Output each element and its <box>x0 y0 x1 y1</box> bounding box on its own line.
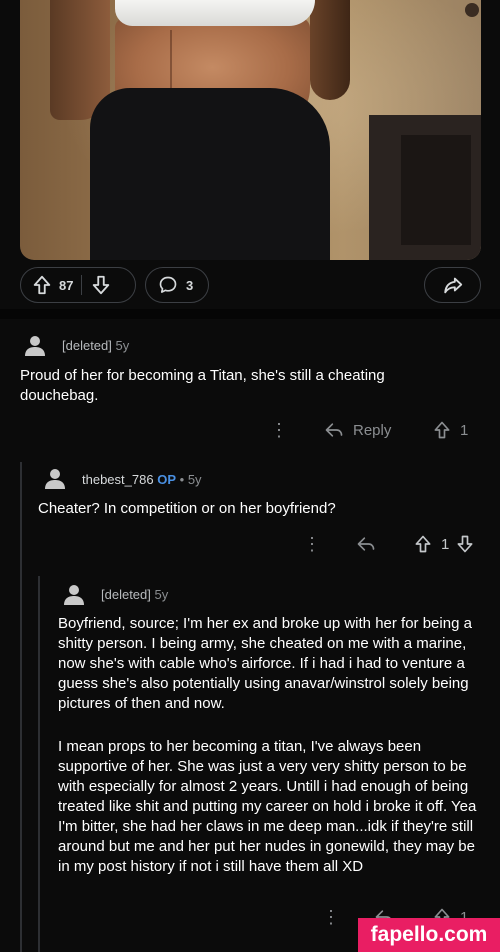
post-image[interactable] <box>20 0 481 260</box>
comment-count: 3 <box>186 277 194 293</box>
upvote-icon[interactable] <box>31 274 53 296</box>
reply-button[interactable] <box>356 534 376 554</box>
downvote-icon[interactable] <box>90 274 112 296</box>
comment-score: 1 <box>441 535 450 553</box>
upvote-count: 87 <box>59 277 74 293</box>
comment-body-paragraph: I mean props to her becoming a titan, I'… <box>58 738 477 875</box>
separator-dot: • <box>179 472 185 487</box>
comment-vote: 1 <box>432 420 468 440</box>
more-options-icon[interactable]: ⋮ <box>322 908 340 926</box>
comment-age: 5y <box>187 472 202 487</box>
reply-icon <box>356 534 376 554</box>
section-divider <box>0 309 500 319</box>
comment-age: 5y <box>154 587 169 602</box>
comment-body: Proud of her for becoming a Titan, she's… <box>20 367 385 404</box>
comment-vote: 1 <box>413 534 475 554</box>
comments-button[interactable]: 3 <box>145 267 209 303</box>
reply-label: Reply <box>353 421 392 439</box>
thread-line[interactable] <box>20 462 22 952</box>
comment-author[interactable]: [deleted] <box>62 338 112 353</box>
watermark-badge: fapello.com <box>358 918 500 952</box>
reply-icon <box>324 420 344 440</box>
comment-author[interactable]: [deleted] <box>101 587 151 602</box>
comment-body: Cheater? In competition or on her boyfri… <box>38 500 336 517</box>
share-button[interactable] <box>424 267 481 303</box>
reply-button[interactable]: Reply <box>324 420 391 440</box>
avatar-icon[interactable] <box>63 583 85 605</box>
comment-body-paragraph: Boyfriend, source; I'm her ex and broke … <box>58 615 472 712</box>
more-options-icon[interactable]: ⋮ <box>303 535 321 553</box>
more-options-icon[interactable]: ⋮ <box>270 421 288 439</box>
op-badge: OP <box>157 472 176 487</box>
upvote-icon[interactable] <box>432 420 452 440</box>
share-icon <box>442 274 464 296</box>
upvote-icon[interactable] <box>413 534 433 554</box>
vote-control: 87 <box>20 267 136 303</box>
comment-author[interactable]: thebest_786 <box>82 472 154 487</box>
avatar-icon[interactable] <box>44 467 66 489</box>
comment-age: 5y <box>115 338 130 353</box>
comment-bubble-icon <box>158 275 178 295</box>
thread-line[interactable] <box>38 576 40 952</box>
downvote-icon[interactable] <box>455 534 475 554</box>
comment-score: 1 <box>460 421 469 439</box>
avatar-icon[interactable] <box>24 334 46 356</box>
